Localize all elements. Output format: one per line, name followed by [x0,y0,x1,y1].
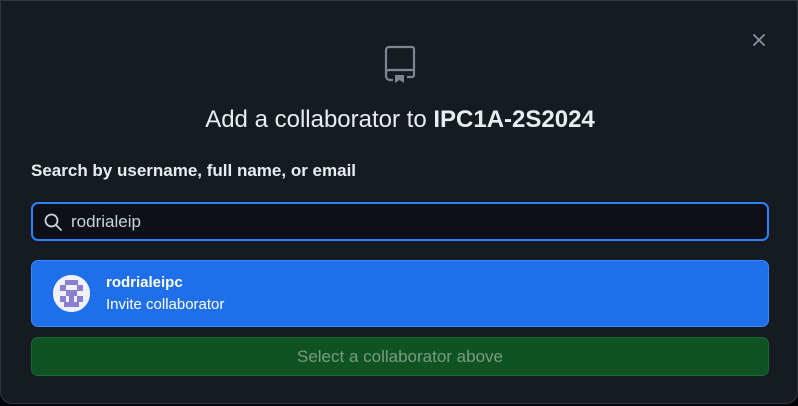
dialog-title: Add a collaborator to IPC1A-2S2024 [1,104,798,136]
result-action-label: Invite collaborator [106,296,225,313]
select-collaborator-button[interactable]: Select a collaborator above [31,337,769,376]
repo-name: IPC1A-2S2024 [433,106,595,133]
identicon-avatar [53,275,90,312]
search-label: Search by username, full name, or email [31,161,357,180]
repo-icon [384,45,416,83]
close-icon[interactable] [751,32,767,48]
search-result-item[interactable]: rodrialeipc Invite collaborator [31,260,769,327]
title-prefix: Add a collaborator to [205,106,434,133]
search-icon [44,213,62,231]
search-field[interactable] [31,202,769,241]
add-collaborator-dialog: Add a collaborator to IPC1A-2S2024 Searc… [0,0,798,404]
user-avatar [53,275,90,312]
search-input[interactable] [71,204,767,239]
close-button[interactable] [746,27,772,53]
result-username: rodrialeipc [106,274,183,291]
